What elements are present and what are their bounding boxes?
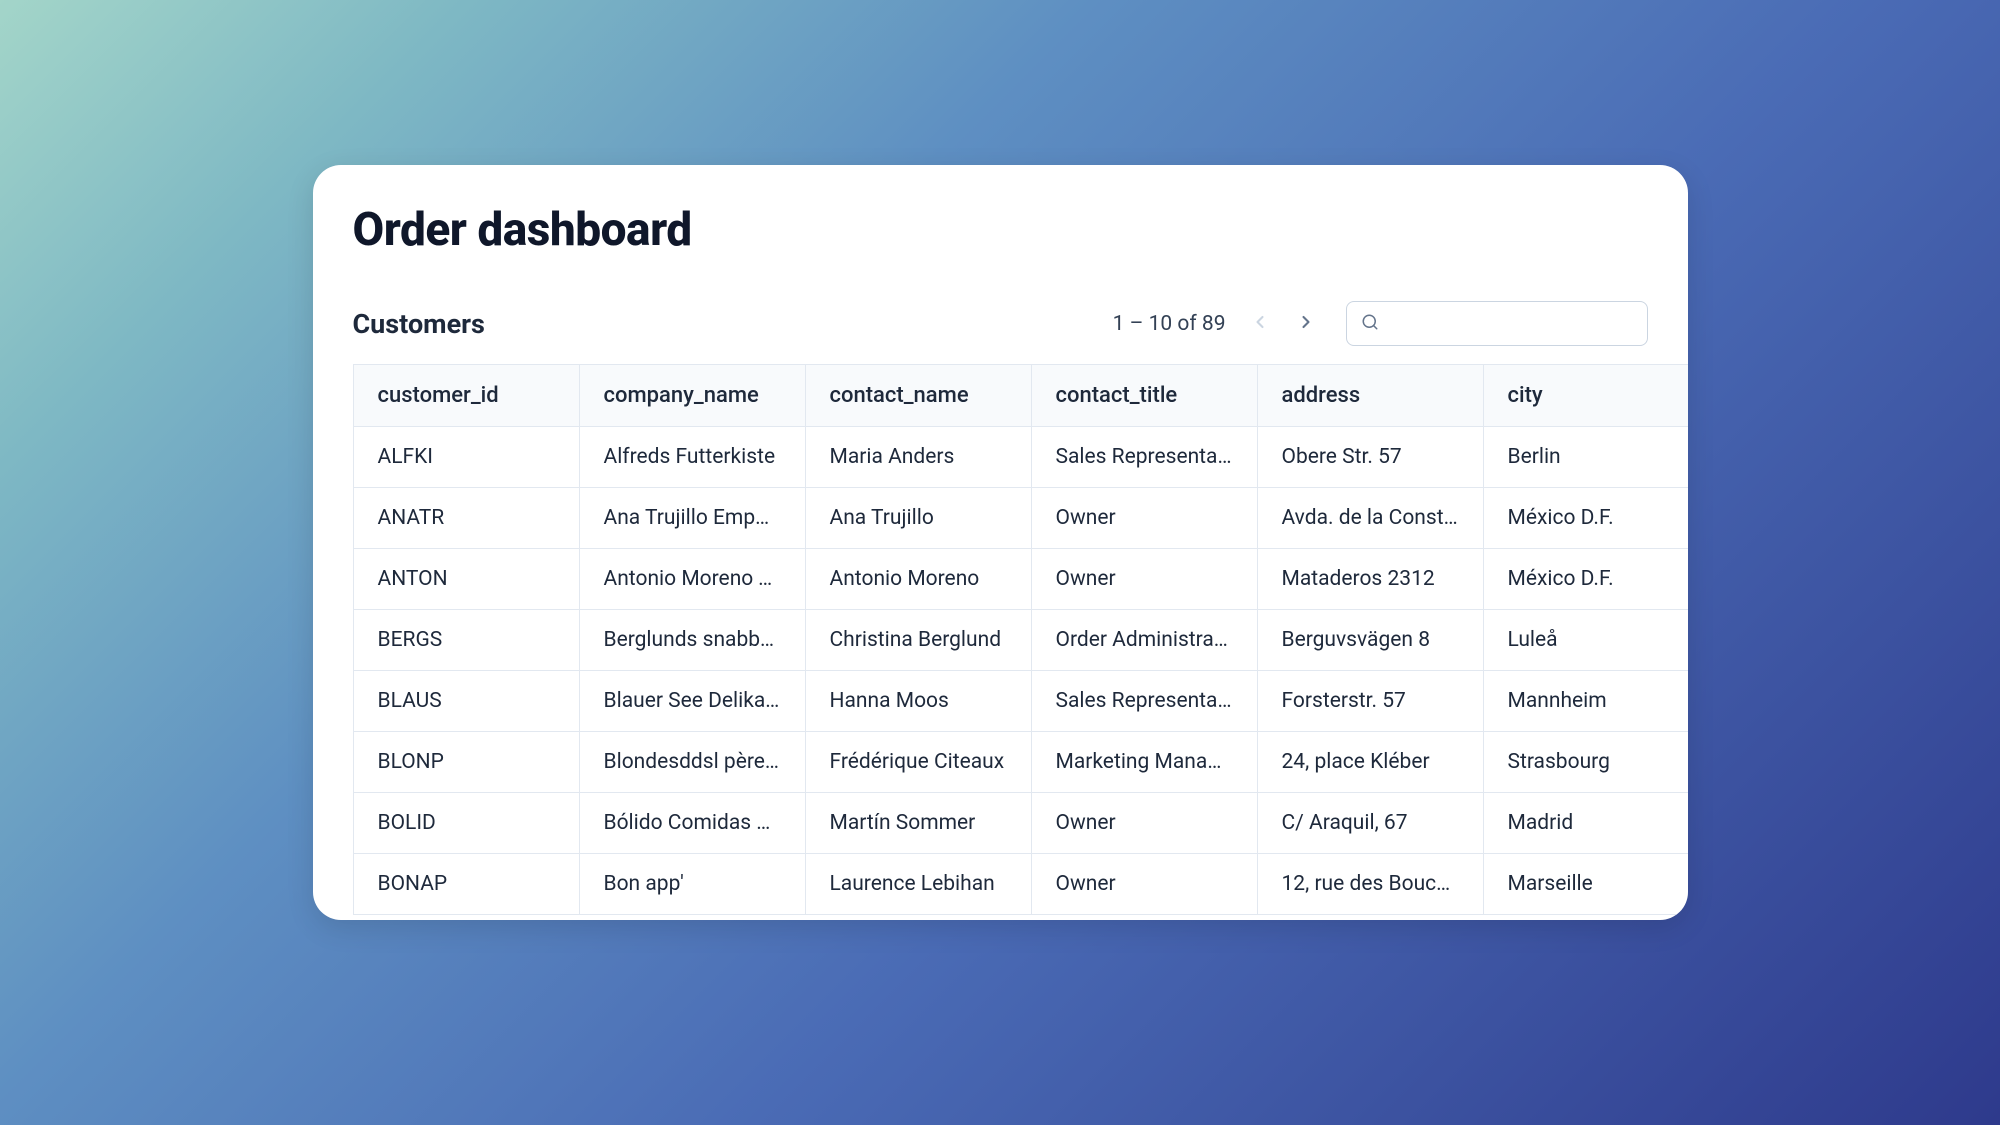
cell-address: Forsterstr. 57 bbox=[1257, 671, 1483, 732]
pagination-text: 1 – 10 of 89 bbox=[1113, 312, 1226, 336]
table-row[interactable]: BLAUSBlauer See DelikatessenHanna MoosSa… bbox=[353, 671, 1688, 732]
cell-contact_title: Owner bbox=[1031, 793, 1257, 854]
column-header-address[interactable]: address bbox=[1257, 365, 1483, 427]
prev-page-button[interactable] bbox=[1242, 306, 1278, 342]
chevron-left-icon bbox=[1250, 312, 1270, 336]
table-row[interactable]: ANATRAna Trujillo Emparedados y heladosA… bbox=[353, 488, 1688, 549]
cell-contact_name: Laurence Lebihan bbox=[805, 854, 1031, 915]
column-header-contact_name[interactable]: contact_name bbox=[805, 365, 1031, 427]
table-row[interactable]: BONAPBon app'Laurence LebihanOwner12, ru… bbox=[353, 854, 1688, 915]
cell-city: Luleå bbox=[1483, 610, 1688, 671]
cell-company_name: Bon app' bbox=[579, 854, 805, 915]
cell-address: C/ Araquil, 67 bbox=[1257, 793, 1483, 854]
cell-customer_id: ALFKI bbox=[353, 427, 579, 488]
cell-address: Obere Str. 57 bbox=[1257, 427, 1483, 488]
table-row[interactable]: BLONPBlondesddsl père et filsFrédérique … bbox=[353, 732, 1688, 793]
toolbar-right: 1 – 10 of 89 bbox=[1113, 301, 1648, 346]
dashboard-card: Order dashboard Customers 1 – 10 of 89 bbox=[313, 165, 1688, 920]
cell-company_name: Antonio Moreno Taquería bbox=[579, 549, 805, 610]
cell-contact_name: Antonio Moreno bbox=[805, 549, 1031, 610]
table-row[interactable]: BOLIDBólido Comidas preparadasMartín Som… bbox=[353, 793, 1688, 854]
table-row[interactable]: BERGSBerglunds snabbköpChristina Berglun… bbox=[353, 610, 1688, 671]
table-row[interactable]: ALFKIAlfreds FutterkisteMaria AndersSale… bbox=[353, 427, 1688, 488]
cell-contact_title: Marketing Manager bbox=[1031, 732, 1257, 793]
cell-contact_title: Owner bbox=[1031, 854, 1257, 915]
cell-contact_name: Christina Berglund bbox=[805, 610, 1031, 671]
cell-contact_title: Order Administrator bbox=[1031, 610, 1257, 671]
cell-city: Mannheim bbox=[1483, 671, 1688, 732]
column-header-contact_title[interactable]: contact_title bbox=[1031, 365, 1257, 427]
cell-customer_id: ANATR bbox=[353, 488, 579, 549]
search-input[interactable] bbox=[1389, 312, 1633, 335]
table-row[interactable]: ANTONAntonio Moreno TaqueríaAntonio More… bbox=[353, 549, 1688, 610]
cell-company_name: Ana Trujillo Emparedados y helados bbox=[579, 488, 805, 549]
column-header-company_name[interactable]: company_name bbox=[579, 365, 805, 427]
cell-customer_id: BLONP bbox=[353, 732, 579, 793]
cell-address: Berguvsvägen 8 bbox=[1257, 610, 1483, 671]
cell-address: 12, rue des Bouchers bbox=[1257, 854, 1483, 915]
table-toolbar: Customers 1 – 10 of 89 bbox=[353, 301, 1648, 346]
chevron-right-icon bbox=[1296, 312, 1316, 336]
cell-customer_id: BOLID bbox=[353, 793, 579, 854]
column-header-customer_id[interactable]: customer_id bbox=[353, 365, 579, 427]
cell-company_name: Bólido Comidas preparadas bbox=[579, 793, 805, 854]
next-page-button[interactable] bbox=[1288, 306, 1324, 342]
column-header-city[interactable]: city bbox=[1483, 365, 1688, 427]
customers-table: customer_id company_name contact_name co… bbox=[353, 364, 1688, 915]
cell-contact_name: Hanna Moos bbox=[805, 671, 1031, 732]
cell-contact_title: Sales Representative bbox=[1031, 427, 1257, 488]
cell-address: Avda. de la Constitución 2222 bbox=[1257, 488, 1483, 549]
cell-contact_name: Martín Sommer bbox=[805, 793, 1031, 854]
cell-contact_title: Owner bbox=[1031, 549, 1257, 610]
cell-city: México D.F. bbox=[1483, 488, 1688, 549]
cell-city: Marseille bbox=[1483, 854, 1688, 915]
cell-contact_name: Ana Trujillo bbox=[805, 488, 1031, 549]
cell-company_name: Alfreds Futterkiste bbox=[579, 427, 805, 488]
cell-company_name: Blondesddsl père et fils bbox=[579, 732, 805, 793]
cell-contact_title: Owner bbox=[1031, 488, 1257, 549]
cell-address: Mataderos 2312 bbox=[1257, 549, 1483, 610]
customers-table-wrapper: customer_id company_name contact_name co… bbox=[313, 364, 1688, 915]
cell-city: Berlin bbox=[1483, 427, 1688, 488]
cell-company_name: Berglunds snabbköp bbox=[579, 610, 805, 671]
search-icon bbox=[1361, 313, 1379, 335]
cell-address: 24, place Kléber bbox=[1257, 732, 1483, 793]
cell-city: Madrid bbox=[1483, 793, 1688, 854]
cell-contact_title: Sales Representative bbox=[1031, 671, 1257, 732]
cell-customer_id: BERGS bbox=[353, 610, 579, 671]
cell-city: Strasbourg bbox=[1483, 732, 1688, 793]
table-header-row: customer_id company_name contact_name co… bbox=[353, 365, 1688, 427]
search-box[interactable] bbox=[1346, 301, 1648, 346]
cell-contact_name: Maria Anders bbox=[805, 427, 1031, 488]
cell-customer_id: BONAP bbox=[353, 854, 579, 915]
cell-customer_id: BLAUS bbox=[353, 671, 579, 732]
cell-company_name: Blauer See Delikatessen bbox=[579, 671, 805, 732]
page-title: Order dashboard bbox=[353, 203, 1648, 257]
cell-contact_name: Frédérique Citeaux bbox=[805, 732, 1031, 793]
cell-city: México D.F. bbox=[1483, 549, 1688, 610]
cell-customer_id: ANTON bbox=[353, 549, 579, 610]
section-title: Customers bbox=[353, 308, 485, 340]
